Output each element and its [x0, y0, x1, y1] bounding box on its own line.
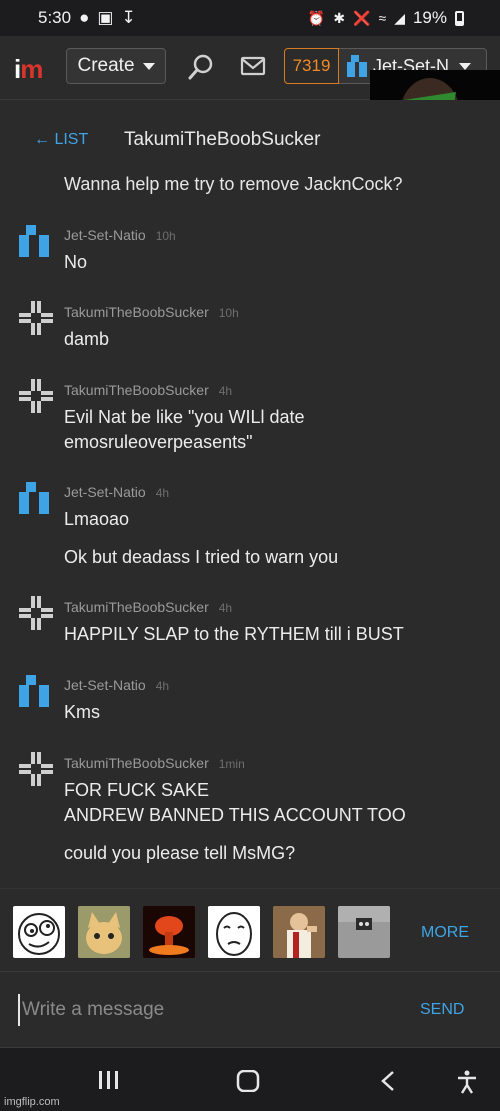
- android-nav-bar: [0, 1048, 500, 1111]
- default-avatar-icon: [19, 379, 53, 413]
- message-meta: TakumiTheBoobSucker 4h: [64, 599, 232, 615]
- cat-reaction[interactable]: [78, 906, 130, 958]
- mute-icon: ❌: [353, 9, 371, 26]
- create-button[interactable]: Create: [66, 48, 166, 84]
- status-right: ⏰ ✱ ❌ ≈ ◢ 19%: [308, 8, 464, 28]
- message-author[interactable]: TakumiTheBoobSucker: [64, 755, 209, 771]
- game-controller-icon: ●: [79, 8, 90, 27]
- conversation-header: ← LIST TakumiTheBoobSucker: [0, 100, 500, 176]
- user-avatar-icon: [19, 482, 49, 514]
- message-text: damb: [64, 329, 110, 349]
- message-author[interactable]: Jet-Set-Natio: [64, 227, 146, 243]
- partial-message-text: Wanna help me try to remove JacknCock?: [64, 176, 403, 194]
- search-icon[interactable]: [187, 53, 215, 81]
- user-avatar-icon: [347, 55, 367, 77]
- message-meta: TakumiTheBoobSucker 10h: [64, 304, 239, 320]
- message-time: 4h: [155, 486, 170, 500]
- message-list[interactable]: Wanna help me try to remove JacknCock? J…: [0, 176, 500, 888]
- user-avatar-icon: [19, 225, 49, 257]
- gallery-icon: ▣: [97, 8, 114, 27]
- create-label: Create: [77, 55, 135, 76]
- message-time: 4h: [218, 601, 233, 615]
- accessibility-icon[interactable]: [456, 1070, 478, 1094]
- send-button[interactable]: SEND: [420, 1001, 464, 1019]
- message-text: Lmaoao: [64, 509, 130, 529]
- message-meta: TakumiTheBoobSucker 4h: [64, 382, 232, 398]
- mail-icon[interactable]: [240, 55, 266, 77]
- imgflip-logo[interactable]: im: [14, 54, 43, 85]
- more-reactions-button[interactable]: MORE: [421, 924, 469, 942]
- buddy-christ-reaction[interactable]: [273, 906, 325, 958]
- back-to-list-link[interactable]: ← LIST: [34, 131, 88, 149]
- chevron-down-icon: [459, 62, 472, 70]
- okay-face-reaction[interactable]: [208, 906, 260, 958]
- logo-m: m: [20, 54, 43, 84]
- status-time: 5:30: [38, 8, 72, 27]
- message-text: Kms: [64, 702, 100, 722]
- default-avatar-icon: [19, 596, 53, 630]
- home-icon[interactable]: [236, 1070, 260, 1092]
- message-composer: SEND: [0, 972, 500, 1048]
- battery-icon: [455, 10, 464, 26]
- default-avatar-icon: [19, 301, 53, 335]
- alarm-icon: ⏰: [307, 9, 326, 26]
- message-text: HAPPILY SLAP to the RYTHEM till i BUST: [64, 624, 404, 644]
- reaction-image-bar: MORE: [0, 888, 500, 972]
- message-time: 10h: [218, 306, 239, 320]
- message-meta: Jet-Set-Natio 4h: [64, 484, 169, 500]
- download-icon: ↧: [121, 8, 136, 27]
- ceiling-cat-reaction[interactable]: [338, 906, 390, 958]
- message-time: 1min: [218, 757, 245, 771]
- status-left: 5:30 ● ▣ ↧: [38, 8, 136, 28]
- message-time: 10h: [155, 229, 176, 243]
- message-meta: TakumiTheBoobSucker 1min: [64, 755, 245, 771]
- message-author[interactable]: TakumiTheBoobSucker: [64, 304, 209, 320]
- message-author[interactable]: TakumiTheBoobSucker: [64, 599, 209, 615]
- message-input[interactable]: [18, 994, 398, 1026]
- back-icon[interactable]: [380, 1070, 396, 1092]
- chevron-down-icon: [142, 62, 155, 70]
- message-author[interactable]: Jet-Set-Natio: [64, 484, 146, 500]
- points-value: 7319: [292, 56, 331, 75]
- status-bar: 5:30 ● ▣ ↧ ⏰ ✱ ❌ ≈ ◢ 19%: [0, 0, 500, 36]
- wifi-icon: ≈: [378, 10, 387, 26]
- message-text: Evil Nat be like "you WILl date emosrule…: [64, 407, 305, 452]
- message-time: 4h: [218, 384, 233, 398]
- bluetooth-icon: ✱: [333, 9, 346, 26]
- message-author[interactable]: Jet-Set-Natio: [64, 677, 146, 693]
- message-text: No: [64, 252, 88, 272]
- message-meta: Jet-Set-Natio 10h: [64, 227, 176, 243]
- message-text: could you please tell MsMG?: [64, 843, 296, 863]
- conversation-title: TakumiTheBoobSucker: [124, 129, 321, 150]
- imgflip-watermark: imgflip.com: [4, 1096, 60, 1108]
- message-text: FOR FUCK SAKE ANDREW BANNED THIS ACCOUNT…: [64, 780, 406, 825]
- points-badge[interactable]: 7319: [284, 48, 339, 84]
- derp-face-reaction[interactable]: [13, 906, 65, 958]
- message-author[interactable]: TakumiTheBoobSucker: [64, 382, 209, 398]
- signal-icon: ◢: [394, 9, 405, 26]
- default-avatar-icon: [19, 752, 53, 786]
- message-meta: Jet-Set-Natio 4h: [64, 677, 169, 693]
- battery-percent: 19%: [412, 8, 447, 27]
- recent-apps-icon[interactable]: [98, 1070, 120, 1090]
- user-avatar-icon: [19, 675, 49, 707]
- explosion-reaction[interactable]: [143, 906, 195, 958]
- message-text: Ok but deadass I tried to warn you: [64, 547, 339, 567]
- message-time: 4h: [155, 679, 170, 693]
